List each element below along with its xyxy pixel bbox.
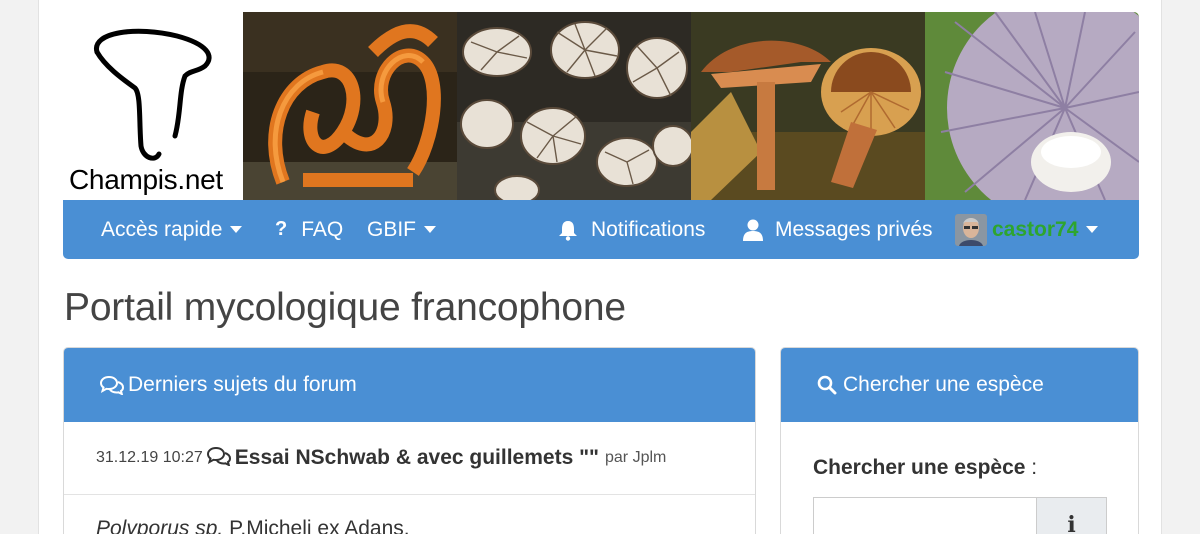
comments-icon bbox=[100, 375, 124, 395]
banner-photo-lilac-gills bbox=[925, 12, 1139, 200]
logo-text: Champis.net bbox=[69, 164, 223, 195]
search-field-label: Chercher une espèce : bbox=[813, 456, 1037, 480]
info-icon: i bbox=[1067, 512, 1076, 534]
species-author: P.Micheli ex Adans. bbox=[229, 517, 410, 534]
chevron-down-icon bbox=[230, 226, 243, 233]
nav-notifications-label: Notifications bbox=[591, 217, 706, 241]
header-banner: Champis.net bbox=[63, 12, 1139, 200]
nav-gbif[interactable]: GBIF bbox=[367, 200, 437, 259]
search-icon bbox=[817, 375, 837, 395]
nav-faq-label: FAQ bbox=[301, 217, 344, 241]
nav-user-menu[interactable]: castor74 bbox=[955, 200, 1099, 259]
question-mark-icon: ? bbox=[275, 218, 288, 240]
banner-photo-orange-lattice bbox=[243, 12, 457, 200]
forum-topic-row[interactable]: Polyporus sp. P.Micheli ex Adans. bbox=[64, 495, 755, 534]
species-search-input[interactable] bbox=[813, 497, 1036, 534]
main-navbar: Accès rapide ? FAQ GBIF Notifications Me… bbox=[63, 200, 1139, 259]
bell-icon bbox=[557, 219, 579, 241]
forum-panel-title: Derniers sujets du forum bbox=[128, 373, 357, 396]
info-button[interactable]: i bbox=[1036, 497, 1107, 534]
species-name-link[interactable]: Polyporus sp. bbox=[96, 517, 223, 534]
nav-faq[interactable]: ? FAQ bbox=[275, 200, 343, 259]
banner-photo-white-caps bbox=[457, 12, 691, 200]
username: castor74 bbox=[992, 217, 1079, 241]
topic-title-link[interactable]: Essai NSchwab & avec guillemets "" bbox=[235, 446, 599, 470]
nav-private-messages-label: Messages privés bbox=[775, 217, 933, 241]
search-panel-header: Chercher une espèce bbox=[781, 348, 1138, 422]
nav-private-messages[interactable]: Messages privés bbox=[743, 200, 933, 259]
chevron-down-icon bbox=[424, 226, 437, 233]
user-icon bbox=[743, 219, 763, 241]
avatar bbox=[955, 213, 987, 246]
search-label-text: Chercher une espèce bbox=[813, 456, 1026, 479]
nav-quick-access[interactable]: Accès rapide bbox=[101, 200, 243, 259]
topic-author: par Jplm bbox=[605, 449, 667, 466]
chanterelle-logo-icon bbox=[94, 28, 212, 161]
page-title: Portail mycologique francophone bbox=[64, 286, 626, 329]
nav-notifications[interactable]: Notifications bbox=[557, 200, 705, 259]
page-container: Champis.net Accès rapide ? FAQ GBIF Noti… bbox=[38, 0, 1162, 534]
chevron-down-icon bbox=[1086, 226, 1099, 233]
forum-panel-header: Derniers sujets du forum bbox=[64, 348, 755, 422]
topic-date: 31.12.19 10:27 bbox=[96, 449, 203, 466]
banner-photo-orange-gills bbox=[691, 12, 925, 200]
nav-gbif-label: GBIF bbox=[367, 217, 417, 241]
search-panel-title: Chercher une espèce bbox=[843, 373, 1044, 396]
comments-icon bbox=[206, 446, 231, 471]
forum-panel: Derniers sujets du forum 31.12.19 10:27 … bbox=[63, 347, 756, 534]
forum-topic-row[interactable]: 31.12.19 10:27 Essai NSchwab & avec guil… bbox=[64, 422, 755, 495]
site-logo[interactable]: Champis.net bbox=[63, 12, 243, 200]
nav-quick-access-label: Accès rapide bbox=[101, 217, 223, 241]
search-label-suffix: : bbox=[1025, 456, 1038, 479]
species-search-panel: Chercher une espèce Chercher une espèce … bbox=[780, 347, 1139, 534]
